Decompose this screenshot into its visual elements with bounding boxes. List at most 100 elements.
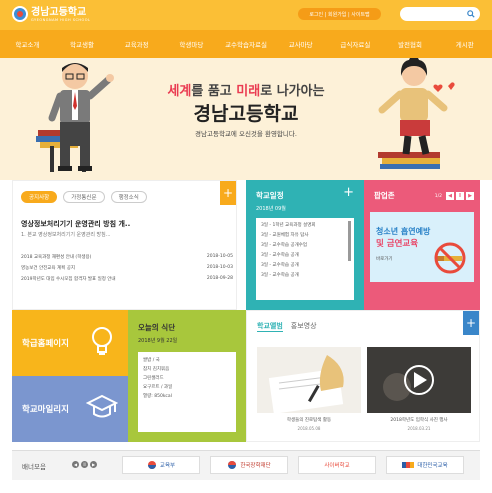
play-icon[interactable] bbox=[367, 347, 471, 413]
banner-link-label: 교육부 bbox=[159, 463, 176, 469]
logo-english-name: GYEONGNAM HIGH SCHOOL bbox=[31, 17, 91, 22]
banner-row: 배너모음 ◀ II ▶ 교육부 한국장학재단 사이버학교 대한민국교육 bbox=[12, 450, 480, 480]
list-item[interactable]: 영농보건 안전교육 계획 공지 2018-10-03 bbox=[21, 265, 233, 276]
list-item: 참치 김치볶음 bbox=[143, 367, 170, 372]
list-item[interactable]: 3일 - 교수학습 공개 bbox=[261, 252, 349, 262]
tab-promo-video[interactable]: 홍보영상 bbox=[291, 321, 317, 332]
meal-menu: 쌀밥 / 국 참치 김치볶음 그린샐러드 요구르트 / 과일 열량: 850kc… bbox=[138, 352, 236, 432]
notice-tabs: 공지사항 가정통신문 행정소식 bbox=[21, 191, 147, 203]
nav-item-about[interactable]: 학교소개 bbox=[0, 39, 55, 49]
no-smoking-icon bbox=[434, 242, 466, 274]
hero-slogan-part4: 로 나가아는 bbox=[260, 84, 325, 99]
banner-link-cyber[interactable]: 사이버학교 bbox=[298, 456, 376, 474]
list-item[interactable]: 3일 - 교수학습 공개수업 bbox=[261, 242, 349, 252]
list-item[interactable]: 3일 - 교원체험 자유 답사 bbox=[261, 232, 349, 242]
album-photo[interactable] bbox=[257, 347, 361, 413]
popup-banner-line2: 및 금연교육 bbox=[376, 239, 419, 249]
hero-slogan-part2: 를 품고 bbox=[191, 84, 237, 99]
korea-edu-emblem-icon bbox=[402, 462, 415, 468]
tab-school-album[interactable]: 학교앨범 bbox=[257, 321, 283, 332]
search-input[interactable] bbox=[400, 7, 464, 21]
graduation-cap-icon bbox=[86, 394, 118, 418]
banner-link-moe[interactable]: 교육부 bbox=[122, 456, 200, 474]
moe-emblem-icon bbox=[147, 461, 156, 469]
class-homepage-label: 학급홈페이지 bbox=[22, 339, 69, 349]
album-video[interactable] bbox=[367, 347, 471, 413]
popup-counter: 1/2 bbox=[434, 193, 442, 199]
popup-pause-button[interactable]: II bbox=[456, 192, 464, 200]
meal-title: 오늘의 식단 bbox=[138, 323, 176, 332]
nav-item-students[interactable]: 학생마당 bbox=[164, 39, 219, 49]
top-bar: 경남고등학교 GYEONGNAM HIGH SCHOOL 로그인 | 회원가입 … bbox=[0, 0, 492, 30]
school-mileage-tile[interactable]: 학교마일리지 bbox=[12, 376, 128, 442]
hero-banner: 세계를 품고 미래로 나가아는 경남고등학교 경남고등학교에 오신것을 환영합니… bbox=[0, 58, 492, 180]
banner-link-kosaf[interactable]: 한국장학재단 bbox=[210, 456, 288, 474]
search-icon[interactable] bbox=[467, 10, 475, 18]
hero-slogan-future: 미래 bbox=[236, 84, 261, 99]
popup-next-button[interactable]: ▶ bbox=[466, 192, 474, 200]
popup-banner-line1: 청소년 흡연예방 bbox=[376, 227, 431, 236]
list-item: 요구르트 / 과일 bbox=[143, 385, 173, 390]
album-caption[interactable]: 학생들의 진로탐색 활동 bbox=[257, 417, 361, 423]
album-caption[interactable]: 2018학년도 입학식 사진 행사 bbox=[367, 417, 471, 423]
schedule-more-button[interactable]: + bbox=[343, 185, 354, 200]
banner-title: 배너모음 bbox=[22, 463, 46, 471]
nav-item-teachers[interactable]: 교사마당 bbox=[273, 39, 328, 49]
school-logo[interactable]: 경남고등학교 GYEONGNAM HIGH SCHOOL bbox=[12, 6, 91, 22]
list-item: 쌀밥 / 국 bbox=[143, 358, 160, 363]
album-panel: 학교앨범 홍보영상 + 학생들의 진로탐색 활동 2018.05.08 2018… bbox=[246, 310, 480, 442]
banner-controls: ◀ II ▶ bbox=[72, 461, 97, 468]
list-item[interactable]: 2018 교육과정 재편성 안내 (학생용) 2018-10-05 bbox=[21, 254, 233, 265]
logo-name: 경남고등학교 bbox=[31, 6, 87, 18]
nav-item-school-life[interactable]: 학교생활 bbox=[55, 39, 110, 49]
student-boy-illustration bbox=[36, 63, 114, 172]
list-item[interactable]: 3일 - 교수학습 공개 bbox=[261, 262, 349, 272]
list-item[interactable]: 2019학년도 대입 수시모집 합격자 발표 일정 안내 2018-09-28 bbox=[21, 276, 233, 287]
schedule-scrollbar[interactable] bbox=[348, 221, 351, 261]
album-date: 2018.05.08 bbox=[297, 426, 321, 431]
banner-prev-button[interactable]: ◀ bbox=[72, 461, 79, 468]
popup-banner-anti-smoking[interactable]: 청소년 흡연예방 및 금연교육 바로가기 bbox=[370, 212, 474, 282]
school-mileage-label: 학교마일리지 bbox=[22, 405, 69, 415]
main-nav: 학교소개 학교생활 교육과정 학생마당 교수학습자료실 교사마당 급식자료실 발… bbox=[0, 30, 492, 58]
utility-links[interactable]: 로그인 | 회원가입 | 사이트맵 bbox=[298, 8, 381, 20]
class-homepage-tile[interactable]: 학급홈페이지 bbox=[12, 310, 128, 376]
nav-item-board[interactable]: 게시판 bbox=[437, 39, 492, 49]
logo-emblem-icon bbox=[12, 6, 28, 22]
list-item: 그린샐러드 bbox=[143, 376, 164, 381]
schedule-month: 2018년 09월 bbox=[256, 206, 286, 212]
popup-prev-button[interactable]: ◀ bbox=[446, 192, 454, 200]
banner-pause-button[interactable]: II bbox=[81, 461, 88, 468]
tab-notices[interactable]: 공지사항 bbox=[21, 191, 58, 203]
schedule-panel: 학교일정 + 2018년 09월 3일 - 1학년 교육과정 설명회 3일 - … bbox=[246, 180, 364, 310]
notice-item-date: 2018-10-03 bbox=[206, 265, 233, 270]
tab-newsletters[interactable]: 가정통신문 bbox=[63, 191, 105, 203]
nav-item-curriculum[interactable]: 교육과정 bbox=[109, 39, 164, 49]
nav-item-association[interactable]: 발전협회 bbox=[383, 39, 438, 49]
list-item[interactable]: 3일 - 1학년 교육과정 설명회 bbox=[261, 222, 349, 232]
writing-hand-image bbox=[257, 347, 361, 413]
banner-link-label: 대한민국교육 bbox=[417, 463, 448, 469]
notice-featured-title[interactable]: 영상정보처리기기 운영관리 방침 개.. bbox=[21, 219, 231, 229]
list-item[interactable]: 3일 - 교수학습 공개 bbox=[261, 272, 349, 282]
notice-more-button[interactable]: + bbox=[220, 181, 236, 205]
meal-date: 2018년 9월 22일 bbox=[138, 338, 178, 344]
banner-link-label: 사이버학교 bbox=[324, 463, 350, 469]
schedule-list: 3일 - 1학년 교육과정 설명회 3일 - 교원체험 자유 답사 3일 - 교… bbox=[256, 218, 354, 300]
kosaf-emblem-icon bbox=[228, 461, 237, 469]
notice-featured-summary: 1. 본교 영상정보처리기기 운영관리 방침... bbox=[21, 232, 111, 238]
list-item: 열량: 850kcal bbox=[143, 394, 172, 399]
notice-item-title: 2019학년도 대입 수시모집 합격자 발표 일정 안내 bbox=[21, 277, 116, 282]
nav-item-teaching-materials[interactable]: 교수학습자료실 bbox=[219, 39, 274, 49]
banner-link-label: 한국장학재단 bbox=[240, 463, 271, 469]
hero-welcome: 경남고등학교에 오신것을 환영합니다. bbox=[195, 130, 297, 138]
popup-title: 팝업존 bbox=[374, 191, 395, 200]
nav-item-meals[interactable]: 급식자료실 bbox=[328, 39, 383, 49]
banner-next-button[interactable]: ▶ bbox=[90, 461, 97, 468]
tab-admin-news[interactable]: 행정소식 bbox=[110, 191, 147, 203]
popup-go-link[interactable]: 바로가기 bbox=[376, 256, 393, 262]
lightbulb-icon bbox=[92, 327, 112, 355]
banner-link-korea-edu[interactable]: 대한민국교육 bbox=[386, 456, 464, 474]
album-more-button[interactable]: + bbox=[463, 311, 479, 335]
album-date: 2018.03.21 bbox=[407, 426, 431, 431]
